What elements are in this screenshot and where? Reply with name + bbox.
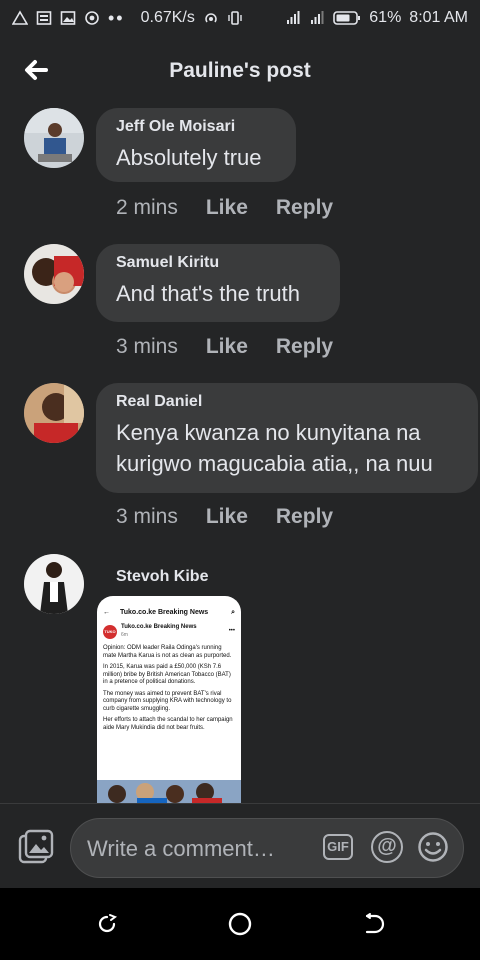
mini-page-name: Tuko.co.ke Breaking News [121, 624, 197, 630]
comment-time: 3 mins [116, 505, 178, 528]
comment-author[interactable]: Samuel Kiritu [116, 254, 320, 272]
status-right: 61% 8:01 AM [285, 9, 468, 27]
avatar-photo [24, 383, 84, 443]
like-button[interactable]: Like [206, 196, 248, 220]
more-dots-icon: •• [108, 7, 125, 28]
like-button[interactable]: Like [206, 505, 248, 529]
battery-percent: 61% [369, 9, 402, 26]
mini-para: Her efforts to attach the scandal to her… [103, 717, 233, 731]
signal-4g-icon [287, 11, 300, 24]
avatar-photo [24, 108, 84, 168]
mini-app-title: Tuko.co.ke Breaking News [120, 609, 209, 617]
mini-search-icon: ⌕ [231, 609, 235, 617]
mini-more-icon: ••• [228, 627, 235, 634]
comment-item: Jeff Ole Moisari Absolutely true 2 mins … [24, 108, 480, 238]
reply-button[interactable]: Reply [276, 335, 333, 359]
mini-photo [97, 780, 241, 803]
vibrate-icon [228, 11, 242, 25]
gif-icon[interactable]: GIF [323, 834, 353, 860]
comment-text: And that's the truth [116, 281, 300, 306]
recent-apps-icon[interactable] [95, 912, 119, 936]
avatar[interactable] [24, 383, 84, 443]
comment-feed[interactable]: Jeff Ole Moisari Absolutely true 2 mins … [0, 106, 480, 803]
avatar-photo [24, 244, 84, 304]
comment-author[interactable]: Jeff Ole Moisari [116, 118, 276, 136]
comment-time: 3 mins [116, 335, 178, 358]
post-header: Pauline's post [0, 36, 480, 106]
comment-bubble[interactable]: Samuel Kiritu And that's the truth [96, 244, 340, 322]
like-button[interactable]: Like [206, 335, 248, 359]
comment-item: Samuel Kiritu And that's the truth 3 min… [24, 244, 480, 374]
mention-icon[interactable]: @ [371, 831, 403, 863]
avatar[interactable] [24, 244, 84, 304]
comment-input[interactable]: Write a comment… GIF @ [70, 818, 464, 878]
comment-meta: 3 mins Like Reply [116, 505, 333, 529]
mini-para: In 2015, Karua was paid a £50,000 (KSh 7… [103, 664, 231, 685]
comment-placeholder: Write a comment… [87, 836, 275, 861]
comment-composer: Write a comment… GIF @ [0, 803, 480, 888]
photo-icon[interactable] [16, 828, 56, 868]
emoji-icon[interactable] [417, 831, 449, 863]
warning-icon [12, 10, 28, 25]
mention-label: @ [377, 835, 397, 857]
page-title: Pauline's post [169, 59, 311, 82]
comment-item: Real Daniel Kenya kwanza no kunyitana na… [24, 383, 480, 543]
gallery-icon [60, 11, 76, 25]
comment-bubble[interactable]: Jeff Ole Moisari Absolutely true [96, 108, 296, 182]
comment-bubble[interactable]: Real Daniel Kenya kwanza no kunyitana na… [96, 383, 478, 493]
status-bar: •• 0.67K/s 61% 8:01 AM [0, 0, 480, 36]
comment-author[interactable]: Real Daniel [116, 393, 458, 411]
comment-time: 2 mins [116, 196, 178, 219]
status-left: •• 0.67K/s [12, 8, 243, 29]
back-arrow-icon[interactable] [20, 54, 52, 86]
gif-label: GIF [327, 839, 349, 854]
comment-text: Absolutely true [116, 145, 262, 170]
news-icon [36, 11, 52, 25]
network-speed: 0.67K/s [140, 9, 195, 26]
comment-text: Kenya kwanza no kunyitana na kurigwo mag… [116, 420, 433, 476]
comment-meta: 2 mins Like Reply [116, 196, 333, 220]
battery-icon [333, 11, 361, 25]
avatar[interactable] [24, 108, 84, 168]
mini-appbar: ← Tuko.co.ke Breaking News ⌕ [97, 606, 241, 620]
reply-button[interactable]: Reply [276, 505, 333, 529]
home-icon[interactable] [227, 911, 253, 937]
tuko-logo: TUKO [103, 624, 117, 639]
comment-item: Stevoh Kibe ← Tuko.co.ke Breaking News ⌕… [24, 554, 480, 803]
avatar[interactable] [24, 554, 84, 614]
mini-page-time: 6m [121, 631, 128, 638]
system-nav-bar [0, 888, 480, 960]
reply-button[interactable]: Reply [276, 196, 333, 220]
mini-statusbar [97, 596, 241, 606]
avatar-photo [24, 554, 84, 614]
mini-post-head: TUKO Tuko.co.ke Breaking News 6m ••• [97, 620, 241, 643]
signal-icon [311, 11, 324, 24]
comment-author[interactable]: Stevoh Kibe [116, 568, 208, 586]
back-nav-icon[interactable] [361, 912, 385, 936]
record-icon [85, 11, 99, 25]
comment-image[interactable]: ← Tuko.co.ke Breaking News ⌕ TUKO Tuko.c… [97, 596, 241, 803]
comment-meta: 3 mins Like Reply [116, 335, 333, 359]
mini-para: Opinion: ODM leader Raila Odinga's runni… [103, 645, 232, 659]
mini-para: The money was aimed to prevent BAT's riv… [103, 690, 232, 712]
hotspot-icon [205, 13, 217, 23]
mini-back-icon: ← [103, 609, 110, 617]
clock: 8:01 AM [409, 9, 468, 26]
